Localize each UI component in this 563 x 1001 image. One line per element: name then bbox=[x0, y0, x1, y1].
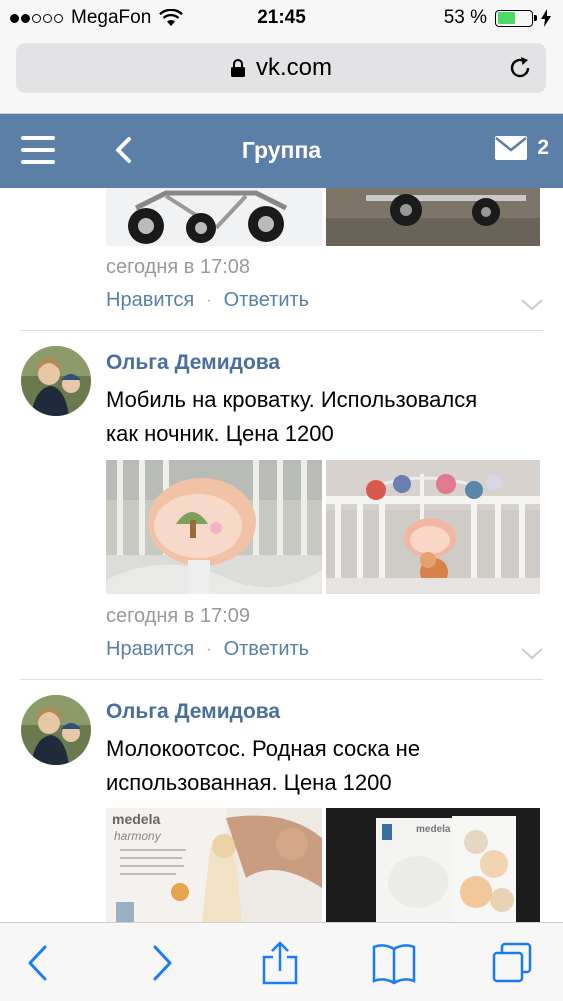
reply-link[interactable]: Ответить bbox=[224, 638, 310, 661]
post-photo-stroller-2[interactable] bbox=[326, 188, 540, 246]
post-time: сегодня в 17:08 bbox=[106, 256, 250, 278]
post-photo-breast-pump-parts[interactable]: medela bbox=[326, 808, 540, 922]
divider bbox=[20, 679, 543, 680]
forward-icon[interactable] bbox=[138, 941, 182, 985]
post-text: Мобиль на кроватку. Использовался как но… bbox=[106, 383, 536, 451]
messages-button[interactable]: 2 bbox=[495, 136, 549, 160]
post-text-line: использованная. Цена 1200 bbox=[106, 770, 392, 795]
browser-toolbar bbox=[0, 922, 563, 1001]
divider bbox=[20, 330, 543, 331]
lock-icon bbox=[230, 59, 245, 77]
battery-percent: 53 % bbox=[443, 7, 487, 28]
separator-dot: · bbox=[206, 291, 212, 309]
battery-icon bbox=[495, 9, 537, 27]
post-text-line: Мобиль на кроватку. Использовался bbox=[106, 387, 478, 412]
share-icon[interactable] bbox=[258, 941, 302, 985]
post-actions: Нравится · Ответить bbox=[106, 638, 309, 661]
package-brand-text: medela bbox=[416, 824, 451, 835]
browser-address-area: vk.com bbox=[0, 38, 563, 114]
reload-icon[interactable] bbox=[508, 56, 532, 80]
status-right: 53 % bbox=[444, 7, 551, 29]
charging-bolt-icon bbox=[541, 9, 551, 27]
vk-header: Группа 2 bbox=[0, 114, 563, 188]
back-icon[interactable] bbox=[18, 941, 62, 985]
post-text-line: как ночник. Цена 1200 bbox=[106, 421, 334, 446]
post-actions: Нравится · Ответить bbox=[106, 289, 309, 312]
reply-link[interactable]: Ответить bbox=[224, 289, 310, 312]
box-model-text: harmony bbox=[114, 829, 162, 843]
author-name[interactable]: Ольга Демидова bbox=[106, 351, 280, 375]
chevron-down-icon[interactable] bbox=[521, 299, 543, 311]
post-photo-crib-mobile[interactable] bbox=[326, 460, 540, 594]
author-name[interactable]: Ольга Демидова bbox=[106, 700, 280, 724]
post-time: сегодня в 17:09 bbox=[106, 605, 250, 627]
address-bar[interactable]: vk.com bbox=[16, 43, 546, 93]
page-title: Группа bbox=[241, 137, 322, 163]
mail-icon bbox=[495, 136, 528, 160]
post-photo-stroller-1[interactable] bbox=[106, 188, 322, 246]
post-photo-night-light[interactable] bbox=[106, 460, 322, 594]
chevron-down-icon[interactable] bbox=[521, 648, 543, 660]
unread-count-badge: 2 bbox=[537, 136, 549, 159]
status-bar: MegaFon 21:45 53 % bbox=[0, 0, 563, 38]
like-link[interactable]: Нравится bbox=[106, 638, 194, 661]
avatar[interactable] bbox=[21, 695, 91, 765]
avatar[interactable] bbox=[21, 346, 91, 416]
tabs-icon[interactable] bbox=[490, 941, 534, 985]
post-text: Молокоотсос. Родная соска не использован… bbox=[106, 732, 536, 800]
separator-dot: · bbox=[206, 640, 212, 658]
url-text: vk.com bbox=[255, 54, 332, 81]
like-link[interactable]: Нравится bbox=[106, 289, 194, 312]
comments-feed[interactable]: сегодня в 17:08 Нравится · Ответить Ольг… bbox=[0, 188, 563, 922]
bookmarks-icon[interactable] bbox=[372, 941, 416, 985]
post-text-line: Молокоотсос. Родная соска не bbox=[106, 736, 421, 761]
box-brand-text: medela bbox=[112, 811, 160, 827]
post-photo-breast-pump-box[interactable]: medela harmony bbox=[106, 808, 322, 922]
